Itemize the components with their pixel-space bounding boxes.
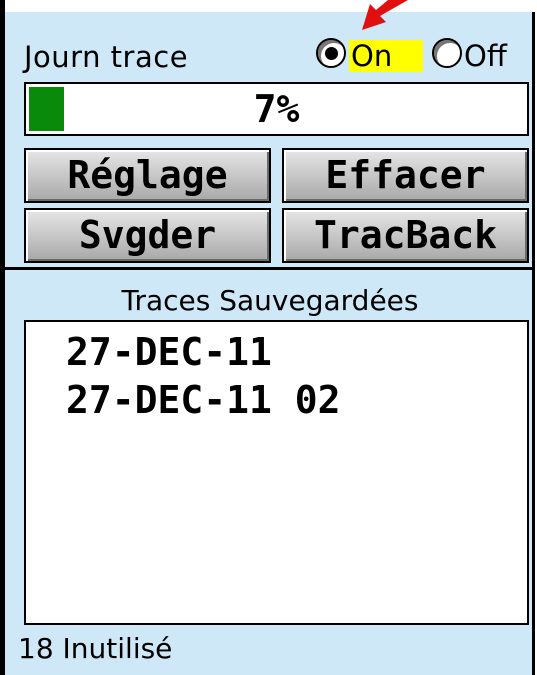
clear-button[interactable]: Effacer <box>282 148 529 203</box>
track-log-off-option[interactable]: Off <box>464 40 507 72</box>
trackback-button[interactable]: TracBack <box>282 208 529 263</box>
list-item[interactable]: 27-DEC-11 <box>66 330 272 374</box>
radio-off-icon[interactable] <box>432 38 462 68</box>
setup-button[interactable]: Réglage <box>24 148 271 203</box>
red-arrow-icon <box>362 0 408 30</box>
unused-count: 18 Inutilisé <box>18 632 173 665</box>
list-item[interactable]: 27-DEC-11 02 <box>66 378 341 422</box>
track-log-on-option[interactable]: On <box>349 40 423 72</box>
memory-progress-bar: 7% <box>24 82 529 136</box>
progress-percent: 7% <box>253 87 300 131</box>
radio-on-icon[interactable] <box>316 38 346 68</box>
section-divider <box>5 267 535 270</box>
track-log-label: Journ trace <box>24 40 189 74</box>
save-button[interactable]: Svgder <box>24 208 271 263</box>
saved-tracks-list[interactable]: 27-DEC-11 27-DEC-11 02 <box>24 320 529 625</box>
saved-tracks-title: Traces Sauvegardées <box>121 284 419 317</box>
top-strip <box>5 0 535 12</box>
